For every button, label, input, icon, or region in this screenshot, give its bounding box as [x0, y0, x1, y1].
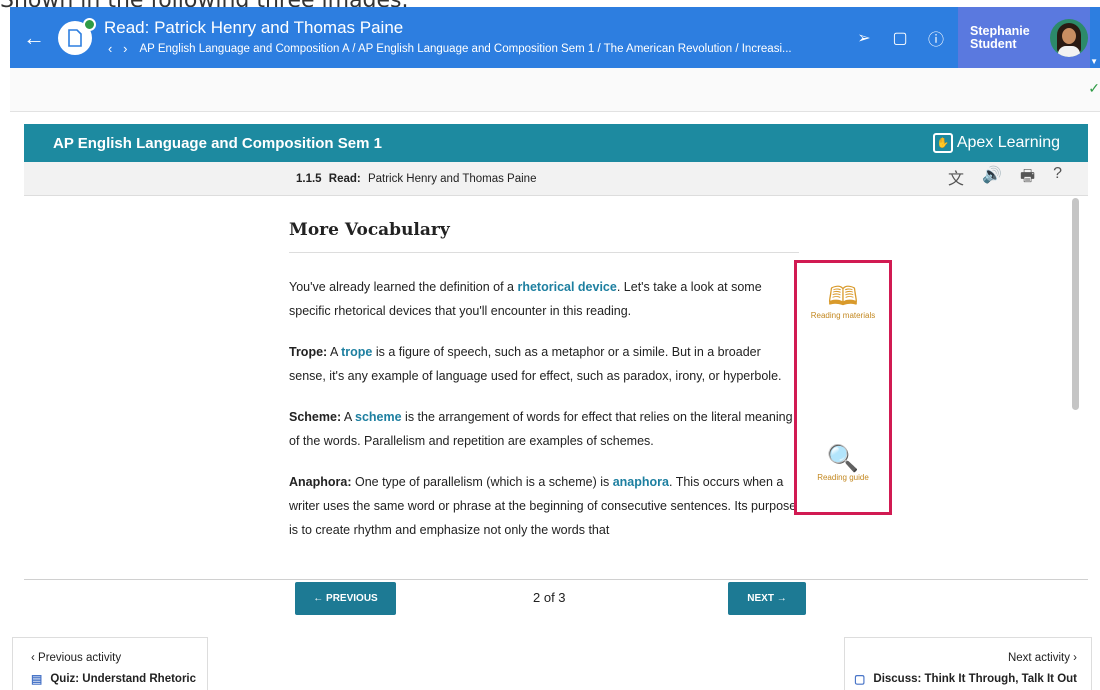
chevron-down-icon[interactable]: ▼	[1090, 57, 1098, 66]
page-count: 2 of 3	[533, 590, 566, 605]
pager: ← PREVIOUS 2 of 3 NEXT →	[24, 580, 1088, 636]
toolbar-strip: ✓	[10, 68, 1100, 112]
book-search-icon: 🔍	[826, 443, 860, 473]
paragraph-trope: Trope: A trope is a figure of speech, su…	[289, 345, 782, 383]
previous-activity-card[interactable]: ‹ Previous activity ▤ Quiz: Understand Rh…	[12, 637, 208, 690]
paragraph-anaphora: Anaphora: One type of parallelism (which…	[289, 475, 797, 537]
term-link-anaphora[interactable]: anaphora	[613, 475, 669, 489]
term-link-scheme[interactable]: scheme	[355, 410, 402, 424]
logo-text: Apex Learning	[956, 134, 1060, 151]
paragraph-intro: You've already learned the definition of…	[289, 280, 762, 318]
highlight-box: 🕮 Reading materials 🔍 Reading guide	[794, 260, 892, 515]
help-circle-icon[interactable]: ?	[1053, 165, 1062, 192]
print-icon[interactable]: 🖶	[1020, 165, 1035, 192]
next-page-button[interactable]: NEXT →	[728, 582, 806, 615]
quiz-icon: ▤	[31, 672, 43, 686]
course-banner: AP English Language and Composition Sem …	[24, 124, 1088, 162]
activity-doc-icon	[58, 17, 96, 55]
avatar	[1050, 18, 1088, 57]
scrollbar[interactable]	[1072, 196, 1080, 579]
apex-logo: ✋ Apex Learning	[932, 133, 1060, 153]
article: More Vocabulary You've already learned t…	[289, 220, 799, 559]
reading-materials-button[interactable]: 🕮 Reading materials	[797, 281, 889, 320]
user-menu[interactable]: Stephanie Student	[958, 7, 1090, 68]
breadcrumb[interactable]: AP English Language and Composition A / …	[140, 40, 792, 58]
breadcrumb-nav-arrows-icon[interactable]: ‹ ›	[104, 40, 128, 58]
notes-icon[interactable]: ▢	[892, 28, 908, 48]
reading-panel[interactable]: More Vocabulary You've already learned t…	[24, 196, 1088, 580]
app-header: ← Read: Patrick Henry and Thomas Paine ‹…	[10, 7, 1100, 68]
send-icon[interactable]: ➢	[856, 28, 872, 48]
activity-bar: 1.1.5 Read: Patrick Henry and Thomas Pai…	[24, 162, 1088, 196]
previous-activity-label: ‹ Previous activity	[31, 652, 122, 664]
help-icon[interactable]: ⓘ	[928, 26, 944, 50]
reading-materials-label: Reading materials	[810, 311, 876, 320]
activity-title: 1.1.5 Read: Patrick Henry and Thomas Pai…	[296, 173, 536, 185]
open-book-icon: 🕮	[827, 281, 859, 311]
user-name: Stephanie Student	[970, 23, 1030, 51]
next-activity-label: Next activity ›	[1007, 652, 1077, 664]
next-activity-name: Discuss: Think It Through, Talk It Out	[873, 673, 1077, 685]
term-link-rhetorical-device[interactable]: rhetorical device	[517, 280, 616, 294]
activity-name: Patrick Henry and Thomas Paine	[367, 172, 537, 185]
term-link-trope[interactable]: trope	[341, 345, 372, 359]
text-to-speech-icon[interactable]: 🔊	[982, 165, 1002, 192]
section-heading: More Vocabulary	[289, 220, 799, 253]
activity-type: Read:	[328, 172, 361, 185]
next-activity-card[interactable]: Next activity › ▢ Discuss: Think It Throu…	[844, 637, 1092, 690]
completed-check-icon	[83, 17, 96, 31]
reading-guide-button[interactable]: 🔍 Reading guide	[797, 443, 889, 482]
checkmark-icon: ✓	[1088, 80, 1100, 96]
course-title: AP English Language and Composition Sem …	[53, 134, 382, 152]
activity-number: 1.1.5	[296, 172, 322, 185]
scrollbar-thumb[interactable]	[1072, 198, 1079, 410]
reading-guide-label: Reading guide	[817, 473, 869, 482]
document-icon: ▢	[854, 672, 866, 686]
previous-activity-name: Quiz: Understand Rhetoric	[50, 673, 197, 685]
translate-icon[interactable]: 文	[948, 165, 964, 192]
paragraph-scheme: Scheme: A scheme is the arrangement of w…	[289, 410, 793, 448]
previous-page-button[interactable]: ← PREVIOUS	[295, 582, 396, 615]
back-arrow-icon[interactable]: ←	[16, 25, 52, 51]
apex-logo-icon: ✋	[932, 133, 953, 153]
page-title: Read: Patrick Henry and Thomas Paine	[104, 17, 404, 37]
